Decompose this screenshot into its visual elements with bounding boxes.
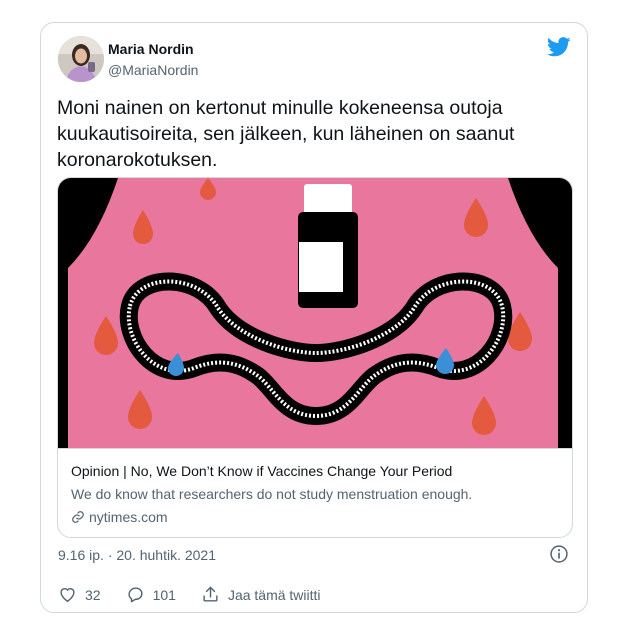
like-button[interactable]: 32 (58, 585, 101, 604)
link-icon (72, 511, 84, 523)
author-name[interactable]: Maria Nordin (108, 41, 194, 57)
avatar-photo (58, 36, 104, 82)
avatar[interactable] (58, 36, 104, 82)
illustration-vaccine-uterus-image (58, 178, 572, 448)
share-button[interactable]: Jaa tämä twiitti (201, 585, 321, 604)
reply-icon (128, 587, 143, 603)
tweet-actions: 32 101 Jaa tämä twiitti (58, 585, 346, 604)
twitter-bird-icon[interactable] (547, 37, 571, 57)
author-handle[interactable]: @MariaNordin (108, 62, 198, 78)
card-domain-text: nytimes.com (89, 509, 168, 525)
card-title[interactable]: Opinion | No, We Don’t Know if Vaccines … (71, 463, 452, 479)
tweet-timestamp[interactable]: 9.16 ip. · 20. huhtik. 2021 (58, 547, 216, 563)
reply-count: 101 (152, 586, 176, 603)
share-label: Jaa tämä twiitti (227, 586, 321, 603)
heart-icon (60, 588, 75, 603)
link-card[interactable]: Opinion | No, We Don’t Know if Vaccines … (57, 177, 573, 538)
like-count: 32 (85, 586, 101, 603)
card-divider (58, 448, 572, 449)
tweet-card[interactable]: Maria Nordin @MariaNordin Moni nainen on… (40, 22, 588, 613)
reply-button[interactable]: 101 (126, 585, 176, 604)
info-icon[interactable] (549, 544, 569, 564)
tweet-text: Moni nainen on kertonut minulle kokeneen… (57, 97, 515, 171)
share-icon (203, 586, 218, 602)
card-domain[interactable]: nytimes.com (71, 509, 168, 525)
card-description: We do know that researchers do not study… (71, 486, 473, 502)
